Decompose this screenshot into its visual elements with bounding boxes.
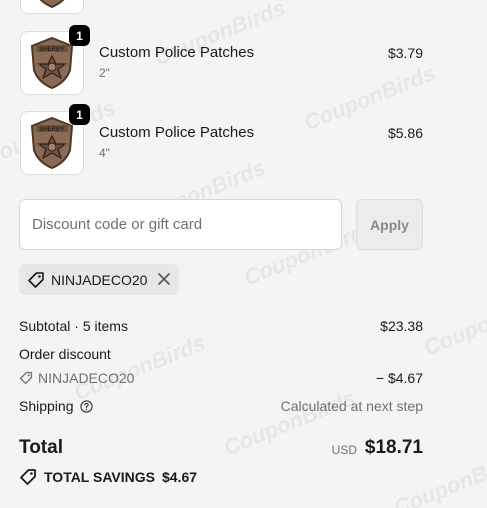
item-name: Custom Police Patches xyxy=(99,44,255,61)
applied-discount-chip: NINJADECO20 xyxy=(19,264,179,295)
total-value: $18.71 xyxy=(364,437,423,458)
total-savings: TOTAL SAVINGS $4.67 xyxy=(19,468,197,486)
subtotal-value: $23.38 xyxy=(380,318,423,334)
quantity-badge: 1 xyxy=(69,25,90,46)
svg-text:SHERIFF: SHERIFF xyxy=(39,47,65,53)
shipping-row: Shipping xyxy=(19,398,93,414)
close-icon[interactable] xyxy=(157,272,171,286)
discount-code-input[interactable] xyxy=(19,199,342,250)
item-price: $5.86 xyxy=(387,125,423,141)
svg-text:SHERIFF: SHERIFF xyxy=(39,127,65,133)
tag-icon xyxy=(19,371,33,385)
discount-value: − $4.67 xyxy=(375,370,423,386)
total-label: Total xyxy=(19,437,63,458)
shipping-value: Calculated at next step xyxy=(280,398,423,414)
currency-code: USD xyxy=(331,443,357,457)
apply-button[interactable]: Apply xyxy=(356,199,423,250)
subtotal-label: Subtotal · 5 items xyxy=(19,318,128,334)
applied-code-label: NINJADECO20 xyxy=(51,271,148,288)
product-thumbnail xyxy=(20,0,84,14)
total-savings-label: TOTAL SAVINGS xyxy=(44,469,155,485)
shipping-label: Shipping xyxy=(19,398,74,414)
help-icon[interactable] xyxy=(79,399,93,413)
item-price: $3.79 xyxy=(387,45,423,61)
sheriff-patch-icon: SHERIFF xyxy=(30,36,74,90)
item-variant: 2" xyxy=(99,66,110,80)
quantity-badge: 1 xyxy=(69,104,90,125)
watermark: CouponBirds xyxy=(70,329,209,406)
tag-icon xyxy=(28,271,44,288)
item-name: Custom Police Patches xyxy=(99,124,255,141)
sheriff-patch-icon xyxy=(39,0,65,9)
discount-code-row: NINJADECO20 xyxy=(19,370,134,386)
discount-code-text: NINJADECO20 xyxy=(38,370,135,386)
sheriff-patch-icon: SHERIFF xyxy=(30,116,74,170)
total-savings-value: $4.67 xyxy=(161,469,198,485)
order-discount-label: Order discount xyxy=(19,346,111,362)
tag-icon xyxy=(20,469,36,485)
watermark: CouponBirds xyxy=(420,284,487,361)
item-variant: 4" xyxy=(99,146,110,160)
